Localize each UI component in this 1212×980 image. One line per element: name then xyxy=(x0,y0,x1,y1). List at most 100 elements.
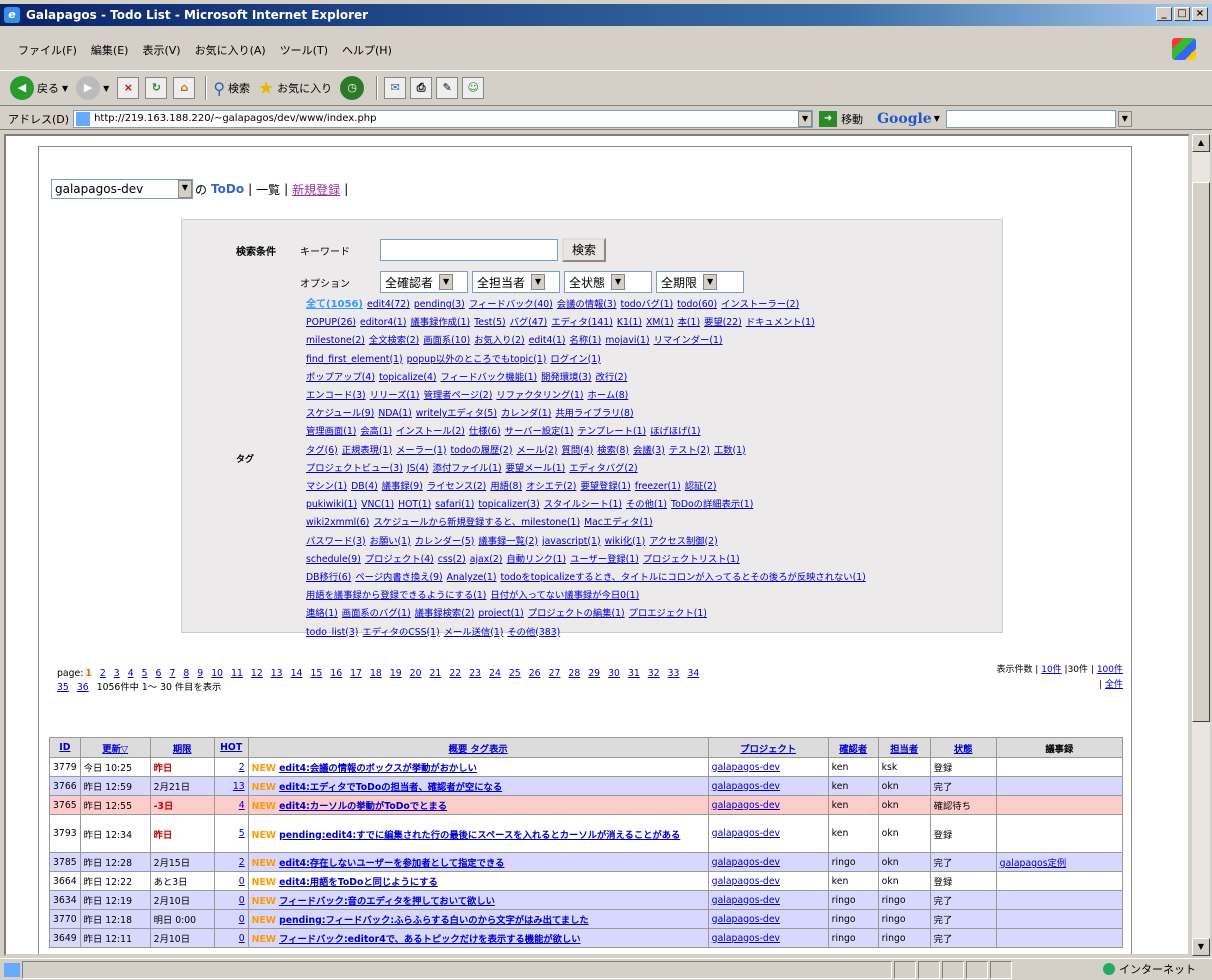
column-header[interactable]: 担当者 xyxy=(877,737,931,758)
display-all-link[interactable]: 全件 xyxy=(1105,680,1123,690)
page-link[interactable]: 14 xyxy=(291,668,303,679)
column-header[interactable]: 概要 タグ表示 xyxy=(247,737,709,758)
cell-hot-link[interactable]: 5 xyxy=(239,828,245,839)
back-button[interactable]: ◀ 戻る ▼ xyxy=(10,76,68,100)
new-register-link[interactable]: 新規登録 xyxy=(292,181,340,198)
tag-link[interactable]: 用語を議事録から登録できるようにする(1) xyxy=(306,590,486,601)
tag-link[interactable]: 認証(2) xyxy=(685,481,717,492)
column-header[interactable]: 期限 xyxy=(149,737,215,758)
tag-link[interactable]: お願い(1) xyxy=(370,536,411,547)
tag-link[interactable]: mojavi(1) xyxy=(605,335,649,346)
cell-project[interactable]: galapagos-dev xyxy=(707,757,829,777)
stop-icon[interactable]: × xyxy=(117,77,140,99)
tag-link[interactable]: 管理者ページ(2) xyxy=(424,390,493,401)
tag-link[interactable]: milestone(2) xyxy=(306,335,365,346)
cell-hot-link[interactable]: 0 xyxy=(239,914,245,925)
menu-file[interactable]: ファイル(F) xyxy=(18,42,77,58)
tag-link[interactable]: 本(1) xyxy=(678,317,700,328)
page-link[interactable]: 23 xyxy=(469,668,481,679)
tag-link[interactable]: find_first_element(1) xyxy=(306,354,403,365)
forward-button[interactable]: ▶ ▼ xyxy=(76,76,109,100)
tag-link[interactable]: edit4(72) xyxy=(367,299,410,310)
tag-link[interactable]: プロジェクトリスト(1) xyxy=(643,554,740,565)
column-header[interactable]: 確認者 xyxy=(827,737,879,758)
summary-link[interactable]: フィードバック:editor4で、あるトピックだけを表示する機能が欲しい xyxy=(279,934,581,945)
page-link[interactable]: 13 xyxy=(271,668,283,679)
tag-link[interactable]: todoバグ(1) xyxy=(620,299,673,310)
tag-link[interactable]: 開発環境(3) xyxy=(541,372,591,383)
tag-link[interactable]: 質問(4) xyxy=(562,445,594,456)
tag-link[interactable]: 画面系(10) xyxy=(423,335,470,346)
cell-project-link[interactable]: galapagos-dev xyxy=(712,876,780,887)
tag-link[interactable]: ホーム(8) xyxy=(588,390,629,401)
tag-link[interactable]: todo(60) xyxy=(677,299,717,310)
tag-link[interactable]: freezer(1) xyxy=(635,481,681,492)
cell-hot-link[interactable]: 4 xyxy=(239,800,245,811)
page-link[interactable]: 29 xyxy=(588,668,600,679)
tag-link[interactable]: pending(3) xyxy=(414,299,465,310)
tag-link[interactable]: topicalizer(3) xyxy=(478,499,539,510)
tag-link[interactable]: todo_list(3) xyxy=(306,627,358,638)
cell-hot[interactable]: 0 xyxy=(213,890,249,910)
tag-link[interactable]: 議事録検索(2) xyxy=(415,608,475,619)
google-search-input[interactable] xyxy=(945,109,1116,128)
tag-link[interactable]: エディタ(141) xyxy=(551,317,613,328)
tag-link[interactable]: ログイン(1) xyxy=(550,354,600,365)
menu-view[interactable]: 表示(V) xyxy=(142,42,180,58)
tag-link[interactable]: ライセンス(2) xyxy=(427,481,486,492)
maximize-button[interactable]: □ xyxy=(1174,7,1190,21)
cell-hot-link[interactable]: 0 xyxy=(239,876,245,887)
cell-summary[interactable]: NEW edit4:会議の情報のボックスが挙動がおかしい xyxy=(247,757,709,777)
tag-link[interactable]: メール送信(1) xyxy=(444,627,504,638)
tag-link[interactable]: 全文検索(2) xyxy=(369,335,419,346)
tag-link[interactable]: 名称(1) xyxy=(570,335,602,346)
tag-link[interactable]: ToDoの詳細表示(1) xyxy=(671,499,753,510)
tag-link[interactable]: 全て(1056) xyxy=(306,299,363,310)
cell-project[interactable]: galapagos-dev xyxy=(707,776,829,796)
tag-link[interactable]: 要望登録(1) xyxy=(580,481,630,492)
cell-hot-link[interactable]: 0 xyxy=(239,933,245,944)
google-dropdown[interactable]: ▼ xyxy=(1117,110,1132,127)
search-button[interactable]: ⚲ 検索 xyxy=(213,79,250,98)
tag-link[interactable]: ユーザー登録(1) xyxy=(570,554,639,565)
tag-link[interactable]: プロジェクトの編集(1) xyxy=(528,608,625,619)
page-link[interactable]: 17 xyxy=(350,668,362,679)
tag-link[interactable]: 管理画面(1) xyxy=(306,426,356,437)
tag-link[interactable]: フィードバック(40) xyxy=(469,299,553,310)
tag-link[interactable]: DB移行(6) xyxy=(306,572,351,583)
page-link[interactable]: 27 xyxy=(549,668,561,679)
page-link[interactable]: 11 xyxy=(231,668,243,679)
page-link[interactable]: 30 xyxy=(608,668,620,679)
tag-link[interactable]: エディタのCSS(1) xyxy=(362,627,439,638)
home-icon[interactable]: ⌂ xyxy=(173,77,196,99)
tag-link[interactable]: 議事録作成(1) xyxy=(410,317,470,328)
tag-link[interactable]: topicalize(4) xyxy=(379,372,437,383)
cell-hot[interactable]: 0 xyxy=(213,928,249,948)
cell-project-link[interactable]: galapagos-dev xyxy=(712,914,780,925)
page-link[interactable]: 35 xyxy=(57,682,69,693)
tag-link[interactable]: todoをtopicalizeするとき、タイトルにコロンが入ってるとその後ろが反… xyxy=(500,572,865,583)
todo-link[interactable]: ToDo xyxy=(211,182,244,196)
menu-tools[interactable]: ツール(T) xyxy=(280,42,328,58)
cell-hot-link[interactable]: 2 xyxy=(239,762,245,773)
page-link[interactable]: 36 xyxy=(77,682,89,693)
page-link[interactable]: 26 xyxy=(529,668,541,679)
page-link[interactable]: 21 xyxy=(430,668,442,679)
cell-project[interactable]: galapagos-dev xyxy=(707,890,829,910)
close-button[interactable]: × xyxy=(1192,7,1208,21)
page-link[interactable]: 25 xyxy=(509,668,521,679)
tag-link[interactable]: カレンダー(5) xyxy=(415,536,475,547)
tag-link[interactable]: HOT(1) xyxy=(398,499,431,510)
cell-summary[interactable]: NEW pending:edit4:すでに編集された行の最後にスペースを入れるとカ… xyxy=(247,814,709,853)
tag-link[interactable]: 会高(1) xyxy=(360,426,392,437)
page-link[interactable]: 31 xyxy=(628,668,640,679)
tag-link[interactable]: アクセス制御(2) xyxy=(649,536,718,547)
tag-link[interactable]: pukiwiki(1) xyxy=(306,499,357,510)
tag-link[interactable]: タグ(6) xyxy=(306,445,338,456)
tag-link[interactable]: スケジュールから新規登録すると、milestone(1) xyxy=(373,517,580,528)
mail-icon[interactable]: ✉ xyxy=(384,77,407,99)
page-link[interactable]: 5 xyxy=(142,668,148,679)
tag-link[interactable]: 自動リンク(1) xyxy=(506,554,566,565)
search-button[interactable]: 検索 xyxy=(562,238,607,262)
project-select[interactable]: galapagos-dev ▼ xyxy=(51,179,193,199)
